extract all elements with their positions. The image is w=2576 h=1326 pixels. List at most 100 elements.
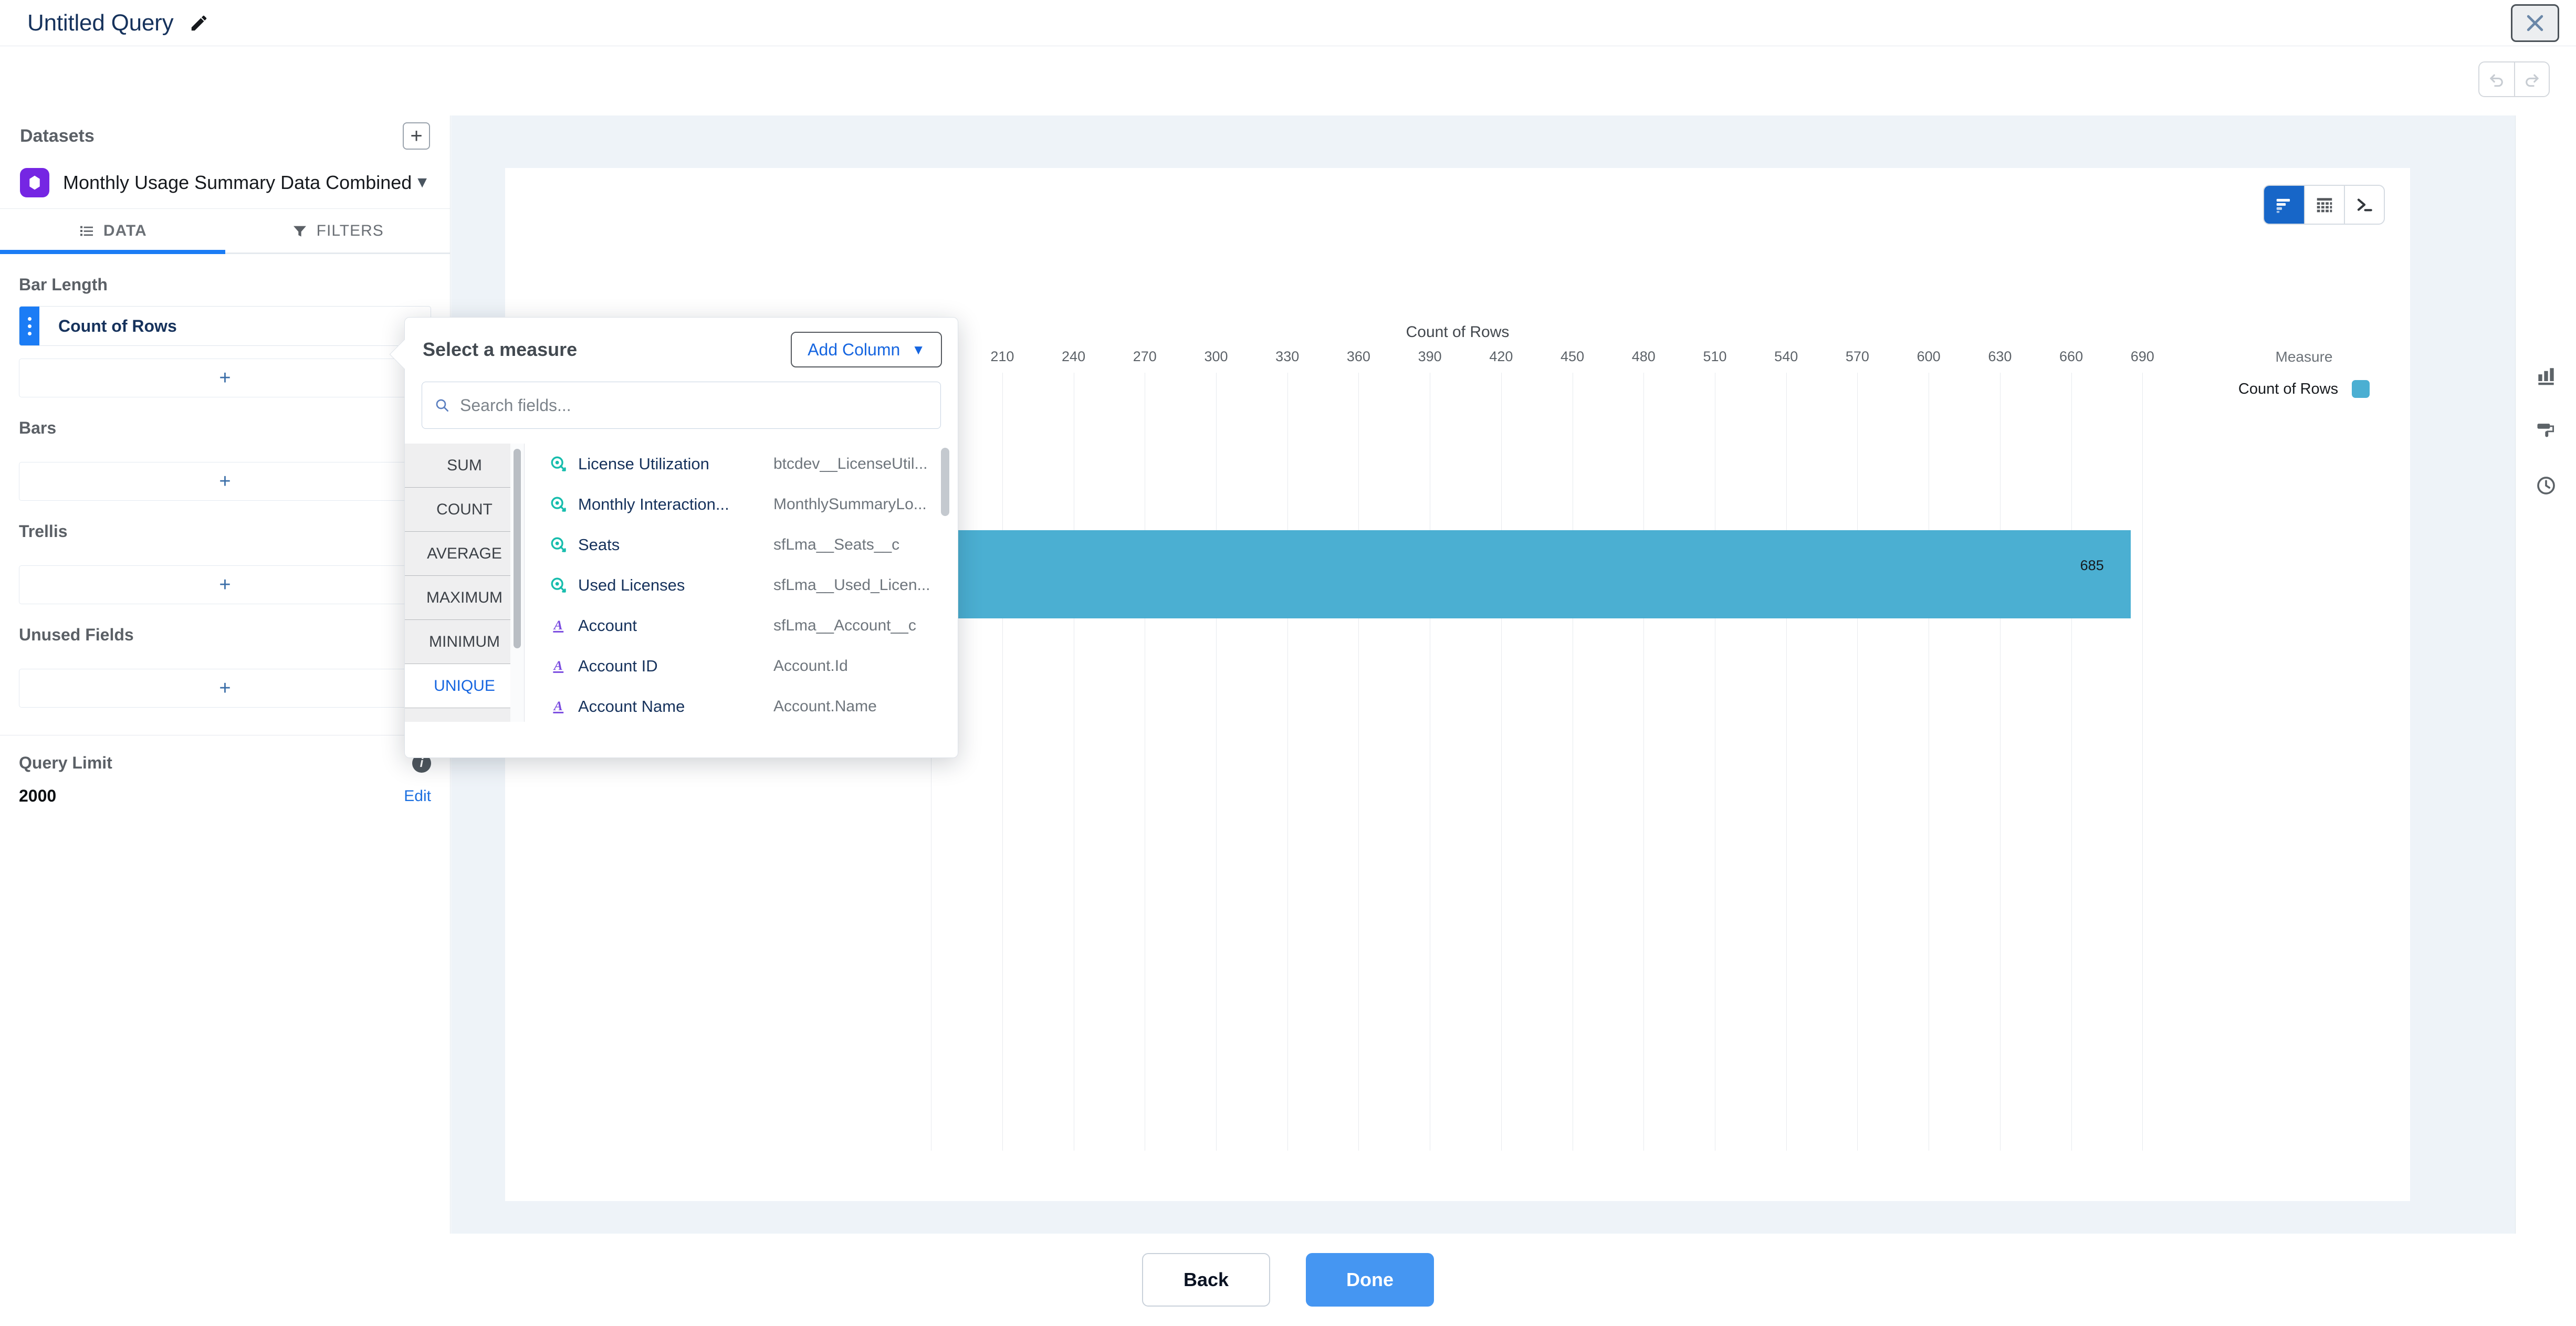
aggregation-option-average[interactable]: AVERAGE: [405, 532, 524, 576]
search-field-container[interactable]: [422, 382, 941, 429]
x-tick-label: 690: [2130, 349, 2154, 364]
redo-icon: [2526, 74, 2539, 87]
close-icon: [2527, 15, 2543, 31]
field-chip-count-of-rows[interactable]: Count of Rows: [19, 306, 431, 346]
bar-chart-icon: [2276, 198, 2290, 213]
add-dataset-button[interactable]: +: [403, 122, 430, 150]
aggregation-scrollbar[interactable]: [514, 449, 521, 648]
x-tick-label: 660: [2059, 349, 2083, 364]
field-list-item[interactable]: A Account sfLma__Account__c: [525, 605, 958, 646]
funnel-icon: [293, 226, 306, 237]
add-bar-length-field[interactable]: +: [19, 359, 431, 397]
add-trellis-field[interactable]: +: [19, 565, 431, 604]
field-api-name: btcdev__LicenseUtil...: [773, 455, 928, 472]
x-tick-label: 450: [1561, 349, 1585, 364]
aggregation-option-sum[interactable]: SUM: [405, 444, 524, 488]
chevron-down-icon[interactable]: ▼: [414, 174, 430, 192]
legend-entry-label: Count of Rows: [2238, 380, 2339, 397]
drag-handle-icon[interactable]: [19, 307, 39, 345]
dataset-item[interactable]: Monthly Usage Summary Data Combined ▼: [0, 156, 450, 209]
field-display-name: License Utilization: [578, 454, 709, 473]
measure-field-icon: [550, 455, 578, 473]
field-list-item[interactable]: Seats sfLma__Seats__c: [525, 524, 958, 565]
right-rail: [2515, 115, 2576, 1234]
chart-view-button[interactable]: [2264, 186, 2304, 224]
aggregation-list[interactable]: SUMCOUNTAVERAGEMAXIMUMMINIMUMUNIQUEMEDIA…: [405, 444, 525, 722]
x-tick-label: 600: [1917, 349, 1941, 364]
field-list-item[interactable]: License Utilization btcdev__LicenseUtil..…: [525, 444, 958, 484]
aggregation-option-maximum[interactable]: MAXIMUM: [405, 576, 524, 620]
aggregation-option-count[interactable]: COUNT: [405, 488, 524, 532]
field-list-scrollbar[interactable]: [941, 448, 949, 516]
field-display-name: Account: [578, 616, 637, 635]
bar-chart-icon: [2538, 368, 2554, 385]
popover-body: SUMCOUNTAVERAGEMAXIMUMMINIMUMUNIQUEMEDIA…: [405, 444, 958, 722]
history-panel-button[interactable]: [2516, 457, 2576, 514]
field-list[interactable]: License Utilization btcdev__LicenseUtil..…: [525, 444, 958, 722]
field-list-item[interactable]: A Account ID Account.Id: [525, 646, 958, 686]
view-toggle-group: [2263, 185, 2385, 225]
back-button[interactable]: Back: [1142, 1253, 1270, 1307]
measure-field-icon: [550, 576, 578, 594]
x-tick-label: 630: [1988, 349, 2012, 364]
field-chip-label: Count of Rows: [58, 316, 177, 335]
legend-entry[interactable]: Count of Rows: [2220, 380, 2388, 398]
dataset-badge-icon: [20, 167, 49, 197]
x-tick-label: 510: [1703, 349, 1727, 364]
x-tick-label: 300: [1204, 349, 1228, 364]
query-limit-section: Query Limit i 2000 Edit: [0, 735, 450, 806]
field-api-name: sfLma__Seats__c: [773, 535, 900, 553]
bar-value-label: 685: [2080, 557, 2104, 573]
measure-field-icon: [550, 536, 578, 554]
x-tick-label: 240: [1062, 349, 1086, 364]
close-button[interactable]: [2511, 4, 2559, 42]
tab-data[interactable]: DATA: [0, 209, 225, 254]
field-list-item[interactable]: Used Licenses sfLma__Used_Licen...: [525, 565, 958, 605]
aggregation-option-minimum[interactable]: MINIMUM: [405, 620, 524, 664]
shelf-label-unused-fields: Unused Fields: [19, 625, 134, 644]
undo-redo-group: [2478, 61, 2550, 97]
field-list-item[interactable]: A Account Name Account.Name: [525, 686, 958, 722]
text-field-icon: A: [550, 617, 578, 635]
field-api-name: sfLma__Used_Licen...: [773, 576, 930, 594]
field-list-item[interactable]: Monthly Interaction... MonthlySummaryLo..…: [525, 484, 958, 524]
add-column-button[interactable]: Add Column ▼: [791, 332, 942, 367]
aggregation-option-median[interactable]: MEDIAN: [405, 708, 524, 722]
redo-button[interactable]: [2514, 62, 2549, 96]
measure-field-icon: [551, 497, 566, 512]
search-icon: [436, 399, 448, 412]
table-view-button[interactable]: [2304, 186, 2344, 224]
shelf-label-trellis: Trellis: [19, 522, 68, 541]
pencil-icon[interactable]: [189, 13, 209, 33]
query-limit-edit-link[interactable]: Edit: [404, 787, 431, 805]
code-view-button[interactable]: [2344, 186, 2384, 224]
field-api-name: MonthlySummaryLo...: [773, 495, 927, 513]
search-input[interactable]: [460, 395, 929, 415]
add-bars-field[interactable]: +: [19, 462, 431, 501]
datasets-label: Datasets: [20, 125, 95, 146]
chart-legend: Measure Count of Rows: [2220, 349, 2388, 398]
aggregation-option-unique[interactable]: UNIQUE: [405, 664, 524, 708]
field-api-name: Account.Name: [773, 697, 877, 715]
legend-title: Measure: [2275, 349, 2333, 365]
text-field-icon: A: [553, 658, 564, 673]
tab-filters[interactable]: FILTERS: [225, 209, 451, 252]
undo-icon: [2490, 74, 2503, 87]
paint-roller-icon: [2537, 424, 2554, 437]
undo-button[interactable]: [2479, 62, 2514, 96]
x-tick-label: 390: [1418, 349, 1442, 364]
add-unused-field[interactable]: +: [19, 669, 431, 708]
formatting-panel-button[interactable]: [2516, 402, 2576, 459]
field-display-name: Used Licenses: [578, 575, 685, 594]
svg-text:A: A: [553, 698, 563, 713]
x-tick-label: 540: [1774, 349, 1798, 364]
done-button[interactable]: Done: [1306, 1253, 1434, 1307]
popover-search-wrap: [405, 382, 958, 429]
chart-type-panel-button[interactable]: [2516, 346, 2576, 404]
legend-color-swatch: [2352, 380, 2370, 398]
text-field-icon: A: [553, 617, 564, 633]
measure-field-icon: [551, 456, 566, 471]
field-display-name: Account ID: [578, 656, 658, 675]
tab-filters-label: FILTERS: [316, 222, 384, 239]
shelf-label-bars: Bars: [19, 418, 57, 437]
